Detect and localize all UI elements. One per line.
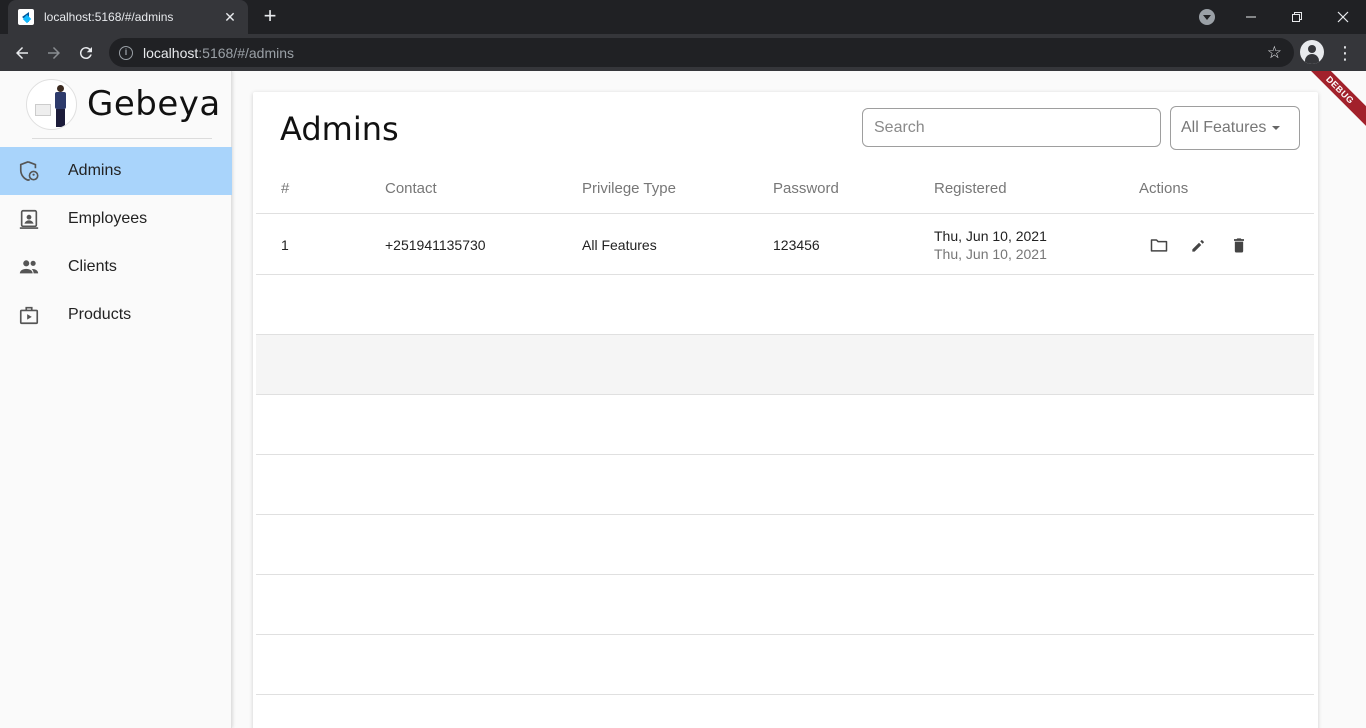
column-header-registered: Registered bbox=[934, 180, 1007, 197]
brand-name: Gebeya bbox=[87, 84, 221, 124]
table-row-empty bbox=[256, 335, 1314, 395]
brand: Gebeya bbox=[26, 76, 221, 132]
kebab-menu-icon[interactable]: ⋮ bbox=[1336, 40, 1354, 66]
cell-registered-date: Thu, Jun 10, 2021 bbox=[934, 228, 1047, 244]
table-row[interactable]: 1 +251941135730 All Features 123456 Thu,… bbox=[256, 215, 1314, 275]
sidebar-item-label: Products bbox=[68, 306, 132, 323]
sidebar-item-clients[interactable]: Clients bbox=[0, 243, 232, 291]
column-header-index: # bbox=[281, 180, 290, 197]
bookmark-star-icon[interactable]: ☆ bbox=[1267, 43, 1282, 63]
tab-title: localhost:5168/#/admins bbox=[44, 10, 174, 24]
search-input[interactable] bbox=[862, 108, 1161, 147]
column-header-password: Password bbox=[773, 180, 839, 197]
column-header-actions: Actions bbox=[1139, 180, 1189, 197]
new-tab-button[interactable]: + bbox=[258, 4, 282, 28]
sidebar-item-label: Admins bbox=[68, 162, 122, 179]
flutter-favicon-icon bbox=[18, 9, 34, 25]
close-window-button[interactable] bbox=[1320, 0, 1366, 34]
cell-password: 123456 bbox=[773, 237, 820, 253]
reload-icon[interactable] bbox=[73, 40, 99, 66]
chevron-down-icon bbox=[1272, 126, 1281, 130]
browser-tab-bar: localhost:5168/#/admins ✕ + bbox=[0, 0, 1366, 34]
table-row-empty bbox=[256, 575, 1314, 635]
sidebar-item-admins[interactable]: Admins bbox=[0, 147, 232, 195]
sidebar-item-label: Clients bbox=[68, 258, 117, 275]
cell-registered-date-secondary: Thu, Jun 10, 2021 bbox=[934, 246, 1047, 262]
info-icon[interactable]: i bbox=[119, 45, 133, 60]
table-row-empty bbox=[256, 455, 1314, 515]
cell-privilege: All Features bbox=[582, 237, 657, 253]
product-box-icon bbox=[19, 306, 39, 325]
back-arrow-icon[interactable] bbox=[9, 40, 35, 66]
page-title: Admins bbox=[280, 110, 399, 148]
url-path: :5168/#/admins bbox=[198, 44, 294, 61]
dropdown-value: All Features bbox=[1181, 119, 1267, 136]
sidebar-item-label: Employees bbox=[68, 210, 148, 227]
url-host: localhost bbox=[143, 44, 199, 61]
delete-trash-icon[interactable] bbox=[1229, 235, 1249, 255]
privilege-filter-dropdown[interactable]: All Features bbox=[1170, 106, 1300, 150]
close-tab-icon[interactable]: ✕ bbox=[222, 9, 238, 26]
divider bbox=[32, 138, 212, 139]
table-row-empty bbox=[256, 515, 1314, 575]
table-row-empty bbox=[256, 635, 1314, 695]
app-root: Gebeya Admins Employees Clients Products… bbox=[0, 71, 1366, 728]
cell-index: 1 bbox=[281, 237, 289, 253]
sidebar: Gebeya Admins Employees Clients Products bbox=[0, 71, 232, 728]
column-header-contact: Contact bbox=[385, 180, 437, 197]
column-header-privilege: Privilege Type bbox=[582, 180, 676, 197]
sidebar-item-employees[interactable]: Employees bbox=[0, 195, 232, 243]
admins-card: Admins All Features # Contact Privilege … bbox=[253, 92, 1318, 728]
minimize-button[interactable] bbox=[1228, 0, 1274, 34]
admin-shield-icon bbox=[19, 161, 39, 182]
browser-tab[interactable]: localhost:5168/#/admins ✕ bbox=[8, 0, 248, 34]
restore-button[interactable] bbox=[1274, 0, 1320, 34]
url-bar[interactable]: i localhost:5168/#/admins ☆ bbox=[109, 38, 1294, 67]
brand-logo bbox=[26, 78, 77, 130]
edit-pencil-icon[interactable] bbox=[1189, 235, 1209, 255]
table-row-empty bbox=[256, 275, 1314, 335]
cell-contact: +251941135730 bbox=[385, 237, 486, 253]
table-header: # Contact Privilege Type Password Regist… bbox=[256, 165, 1314, 214]
browser-toolbar: i localhost:5168/#/admins ☆ ⋮ bbox=[0, 34, 1366, 71]
table-row-empty bbox=[256, 695, 1314, 728]
forward-arrow-icon[interactable] bbox=[41, 40, 67, 66]
tab-search-icon[interactable] bbox=[1199, 9, 1215, 25]
sidebar-item-products[interactable]: Products bbox=[0, 291, 232, 339]
people-icon bbox=[19, 260, 39, 274]
folder-icon[interactable] bbox=[1149, 235, 1169, 255]
profile-avatar-icon[interactable] bbox=[1300, 40, 1324, 64]
badge-icon bbox=[19, 209, 39, 229]
table-row-empty bbox=[256, 395, 1314, 455]
